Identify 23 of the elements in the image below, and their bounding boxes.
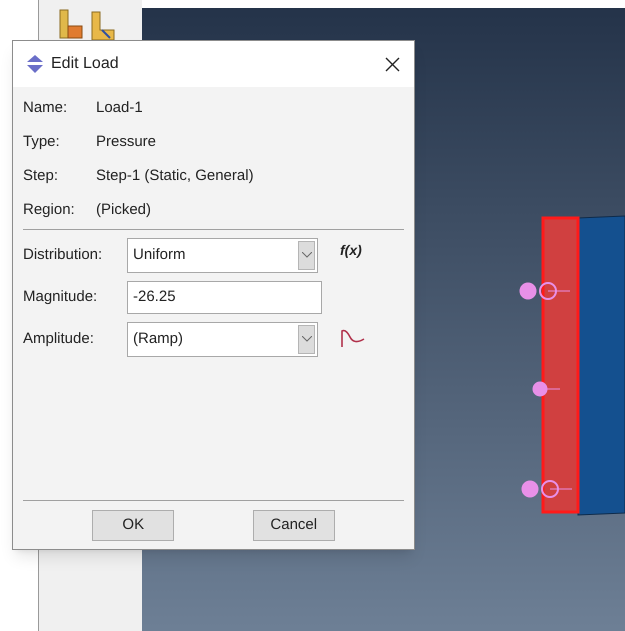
field-label: Distribution: <box>23 244 104 265</box>
wave-icon[interactable] <box>340 329 366 349</box>
dialog-button[interactable]: OK <box>92 510 174 540</box>
field-label: Magnitude: <box>23 286 98 307</box>
dialog-button[interactable]: Cancel <box>252 510 335 540</box>
info-label: Step: <box>23 166 60 186</box>
info-value: Pressure <box>96 132 156 152</box>
info-value: Load-1 <box>96 98 143 118</box>
function-label[interactable]: f(x) <box>340 240 362 261</box>
close-icon[interactable] <box>385 56 400 72</box>
info-label: Name: <box>23 98 68 118</box>
info-label: Region: <box>23 200 76 220</box>
load-icon <box>25 55 45 73</box>
field-label: Amplitude: <box>23 328 95 349</box>
info-value: (Picked) <box>96 200 152 220</box>
chevron-down-icon <box>302 336 312 342</box>
input-field[interactable]: -26.25 <box>127 280 322 314</box>
window-title: Edit Load <box>51 54 119 74</box>
dropdown[interactable]: Uniform <box>127 238 318 272</box>
info-value: Step-1 (Static, General) <box>96 166 254 186</box>
chevron-down-icon <box>302 252 312 258</box>
info-label: Type: <box>23 132 61 152</box>
dropdown[interactable]: (Ramp) <box>127 322 318 356</box>
